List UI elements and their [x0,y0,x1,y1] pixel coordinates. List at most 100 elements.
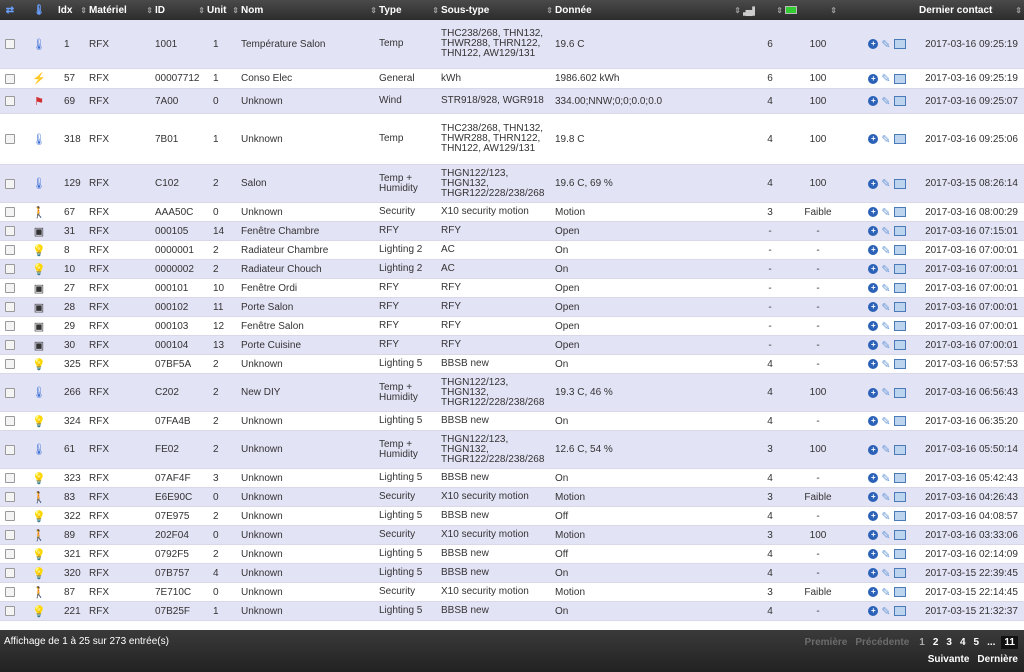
favorite-icon[interactable]: + [868,226,879,236]
favorite-icon[interactable]: + [868,134,879,144]
favorite-icon[interactable]: + [868,178,879,189]
row-checkbox[interactable] [5,283,15,293]
log-icon[interactable] [893,73,906,84]
favorite-icon[interactable]: + [868,340,879,350]
edit-icon[interactable]: ✎ [881,133,890,146]
row-checkbox[interactable] [5,416,15,426]
favorite-icon[interactable]: + [868,207,879,217]
page-4-button[interactable]: 4 [958,637,968,648]
log-icon[interactable] [893,511,906,521]
edit-icon[interactable]: ✎ [881,510,890,523]
favorite-icon[interactable]: + [868,264,879,274]
edit-icon[interactable]: ✎ [881,548,890,561]
row-checkbox[interactable] [5,178,15,189]
row-checkbox[interactable] [5,73,15,84]
favorite-icon[interactable]: + [868,530,879,540]
favorite-icon[interactable]: + [868,321,879,331]
table-row[interactable]: 🚶 67 RFX AAA50C 0 Unknown Security X10 security… [0,203,1024,222]
row-checkbox[interactable] [5,587,15,597]
log-icon[interactable] [893,226,906,236]
header-type[interactable]: Type ⇕ [379,0,441,20]
log-icon[interactable] [893,96,906,106]
table-row[interactable]: 💡 324 RFX 07FA4B 2 Unknown Lighting 5 BBSB new O… [0,412,1024,431]
edit-icon[interactable]: ✎ [881,472,890,485]
row-checkbox[interactable] [5,245,15,255]
log-icon[interactable] [893,587,906,597]
header-signal[interactable]: ▂▄▆ [743,0,755,20]
favorite-icon[interactable]: + [868,245,879,255]
table-row[interactable]: 🌡 318 RFX 7B01 1 Unknown Temp THC238/268, THN13… [0,114,1024,165]
table-row[interactable]: ▣ 27 RFX 000101 10 Fenêtre Ordi RFY RFY Open - - + ✎… [0,279,1024,298]
row-checkbox[interactable] [5,207,15,217]
edit-icon[interactable]: ✎ [881,386,890,399]
table-row[interactable]: ⚑ 69 RFX 7A00 0 Unknown Wind STR918/928, WGR918… [0,89,1024,114]
table-row[interactable]: 🚶 89 RFX 202F04 0 Unknown Security X10 security… [0,526,1024,545]
log-icon[interactable] [893,444,906,455]
table-row[interactable]: 🌡 129 RFX C102 2 Salon Temp + Humidity THGN122/… [0,165,1024,203]
row-checkbox[interactable] [5,492,15,502]
favorite-icon[interactable]: + [868,302,879,312]
log-icon[interactable] [893,473,906,483]
page-3-button[interactable]: 3 [944,637,954,648]
log-icon[interactable] [893,39,906,49]
first-page-button[interactable]: Première [805,637,848,648]
header-materiel[interactable]: Matériel ⇕ [89,0,155,20]
favorite-icon[interactable]: + [868,387,879,398]
log-icon[interactable] [893,387,906,398]
edit-icon[interactable]: ✎ [881,567,890,580]
table-row[interactable]: 💡 325 RFX 07BF5A 2 Unknown Lighting 5 BBSB new O… [0,355,1024,374]
page-2-button[interactable]: 2 [931,637,941,648]
table-row[interactable]: 💡 322 RFX 07E975 2 Unknown Lighting 5 BBSB new O… [0,507,1024,526]
row-checkbox[interactable] [5,264,15,274]
row-checkbox[interactable] [5,302,15,312]
row-checkbox[interactable] [5,530,15,540]
row-checkbox[interactable] [5,226,15,236]
log-icon[interactable] [893,492,906,502]
row-checkbox[interactable] [5,568,15,578]
header-unit[interactable]: Unit ⇕ [207,0,241,20]
table-row[interactable]: 🌡 1 RFX 1001 1 Température Salon Temp THC238/26… [0,20,1024,69]
edit-icon[interactable]: ✎ [881,529,890,542]
table-row[interactable]: 🚶 83 RFX E6E90C 0 Unknown Security X10 security… [0,488,1024,507]
header-select[interactable]: ⇄ [0,0,20,20]
favorite-icon[interactable]: + [868,549,879,559]
edit-icon[interactable]: ✎ [881,586,890,599]
log-icon[interactable] [893,340,906,350]
favorite-icon[interactable]: + [868,587,879,597]
header-dernier-contact[interactable]: Dernier contact ⇕ [919,0,1024,20]
row-checkbox[interactable] [5,444,15,455]
log-icon[interactable] [893,549,906,559]
page-11-button[interactable]: 11 [1001,636,1018,649]
row-checkbox[interactable] [5,359,15,369]
row-checkbox[interactable] [5,511,15,521]
favorite-icon[interactable]: + [868,606,879,616]
row-checkbox[interactable] [5,387,15,398]
favorite-icon[interactable]: + [868,96,879,106]
table-row[interactable]: 🌡 266 RFX C202 2 New DIY Temp + Humidity THGN12… [0,374,1024,412]
edit-icon[interactable]: ✎ [881,320,890,333]
edit-icon[interactable]: ✎ [881,38,890,51]
edit-icon[interactable]: ✎ [881,206,890,219]
edit-icon[interactable]: ✎ [881,605,890,618]
favorite-icon[interactable]: + [868,283,879,293]
favorite-icon[interactable]: + [868,568,879,578]
edit-icon[interactable]: ✎ [881,177,890,190]
edit-icon[interactable]: ✎ [881,358,890,371]
log-icon[interactable] [893,264,906,274]
table-row[interactable]: ▣ 28 RFX 000102 11 Porte Salon RFY RFY Open - - + ✎ 2… [0,298,1024,317]
row-checkbox[interactable] [5,134,15,144]
edit-icon[interactable]: ✎ [881,225,890,238]
edit-icon[interactable]: ✎ [881,263,890,276]
favorite-icon[interactable]: + [868,359,879,369]
row-checkbox[interactable] [5,606,15,616]
edit-icon[interactable]: ✎ [881,244,890,257]
favorite-icon[interactable]: + [868,511,879,521]
edit-icon[interactable]: ✎ [881,282,890,295]
edit-icon[interactable]: ✎ [881,301,890,314]
table-row[interactable]: ⚡ 57 RFX 00007712 1 Conso Elec General kWh 1986.… [0,69,1024,89]
favorite-icon[interactable]: + [868,73,879,84]
favorite-icon[interactable]: + [868,492,879,502]
last-page-button[interactable]: Dernière [977,654,1018,665]
header-type-icon[interactable]: 🌡 [20,0,58,20]
header-soustype[interactable]: Sous-type ⇕ [441,0,555,20]
